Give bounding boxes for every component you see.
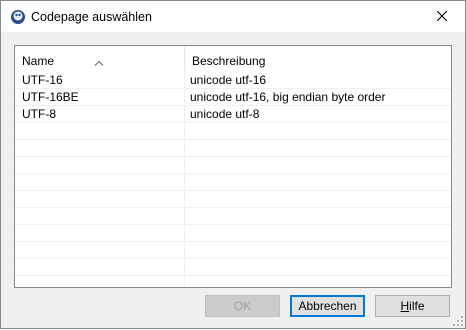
cell-description: unicode utf-8 (190, 107, 260, 121)
codepage-list[interactable]: Name Beschreibung UTF-16 unicode utf-16 UT… (14, 45, 452, 288)
dialog-title: Codepage auswählen (31, 10, 152, 24)
list-header: Name Beschreibung (15, 46, 451, 70)
close-button[interactable] (419, 1, 465, 32)
close-icon (436, 10, 448, 24)
column-header-name[interactable]: Name (15, 46, 184, 70)
cancel-button[interactable]: Abbrechen (290, 295, 365, 317)
table-row[interactable] (15, 157, 451, 174)
cell-description (190, 242, 448, 258)
sort-ascending-icon (94, 47, 104, 66)
cell-description (190, 123, 448, 139)
table-row[interactable] (15, 174, 451, 191)
dialog-window: Codepage auswählen Name Beschreibung UTF… (0, 0, 466, 329)
column-header-name-label: Name (22, 54, 55, 68)
help-button-mnemonic: H (400, 299, 410, 313)
cancel-button-label: Abbrechen (298, 299, 357, 313)
cell-name (22, 225, 182, 241)
cell-name (22, 123, 182, 139)
table-row[interactable] (15, 191, 451, 208)
table-row[interactable] (15, 208, 451, 225)
table-row[interactable]: UTF-16BE unicode utf-16, big endian byte … (15, 89, 451, 106)
cell-name (22, 259, 182, 275)
cell-description (190, 140, 448, 156)
cell-name (22, 242, 182, 258)
cell-name: UTF-8 (22, 107, 56, 121)
cell-name (22, 140, 182, 156)
table-row[interactable]: UTF-8 unicode utf-8 (15, 106, 451, 123)
ok-button[interactable]: OK (205, 295, 280, 317)
title-bar[interactable]: Codepage auswählen (1, 1, 465, 32)
column-header-description-label: Beschreibung (192, 54, 266, 68)
table-row[interactable]: UTF-16 unicode utf-16 (15, 72, 451, 89)
cell-name (22, 157, 182, 173)
cell-description (190, 259, 448, 275)
table-row[interactable] (15, 242, 451, 259)
table-row[interactable] (15, 140, 451, 157)
help-button[interactable]: Hilfe (375, 295, 450, 317)
cell-name: UTF-16 (22, 73, 63, 87)
resize-grip-icon[interactable] (452, 315, 464, 327)
cell-name (22, 276, 182, 287)
cell-description (190, 276, 448, 287)
table-row[interactable] (15, 276, 451, 287)
cell-description (190, 157, 448, 173)
help-button-label: ilfe (409, 299, 425, 313)
app-icon (10, 9, 26, 25)
table-row[interactable] (15, 259, 451, 276)
cell-description (190, 208, 448, 224)
cell-name: UTF-16BE (22, 90, 79, 104)
cell-description: unicode utf-16 (190, 73, 267, 87)
list-rows: UTF-16 unicode utf-16 UTF-16BE unicode utf-… (15, 72, 451, 287)
column-header-description[interactable]: Beschreibung (184, 46, 451, 70)
table-row[interactable] (15, 123, 451, 140)
ok-button-label: OK (233, 299, 252, 313)
table-row[interactable] (15, 225, 451, 242)
cell-name (22, 174, 182, 190)
cell-name (22, 208, 182, 224)
cell-name (22, 191, 182, 207)
cell-description (190, 174, 448, 190)
cell-description (190, 191, 448, 207)
cell-description (190, 225, 448, 241)
cell-description: unicode utf-16, big endian byte order (190, 90, 386, 104)
